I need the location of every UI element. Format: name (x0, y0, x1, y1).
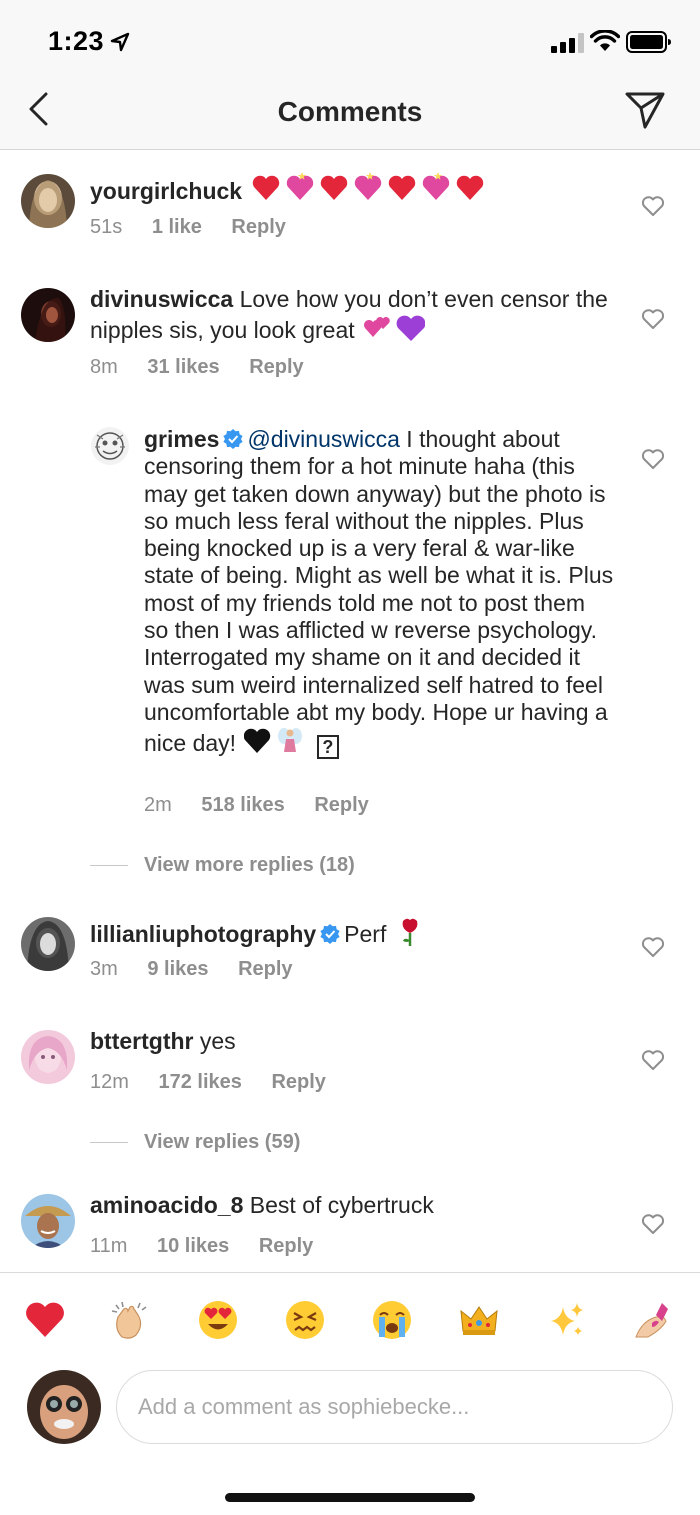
heart-eyes-emoji-button-icon[interactable] (197, 1299, 239, 1341)
like-heart-icon[interactable] (641, 448, 665, 470)
comment-username[interactable]: aminoacido_8 (90, 1192, 243, 1218)
comment-username[interactable]: divinuswicca (90, 286, 233, 312)
avatar-lillianliuphotography[interactable] (21, 917, 75, 971)
comment-meta: 8m 31 likes Reply (90, 356, 328, 379)
comment-likes[interactable]: 172 likes (158, 1071, 241, 1094)
black-heart-fairy-icon (244, 728, 303, 754)
current-user-avatar (27, 1370, 101, 1444)
view-more-replies-link[interactable]: View more replies (18) (90, 854, 355, 877)
heart-emojis-icon (252, 172, 483, 200)
avatar-aminoacido[interactable] (21, 1194, 75, 1248)
comment-likes[interactable]: 10 likes (157, 1235, 229, 1258)
divider-line (90, 865, 128, 867)
like-heart-icon[interactable] (641, 1213, 665, 1235)
like-heart-icon[interactable] (641, 308, 665, 330)
comments-header: Comments (0, 70, 700, 150)
comment-likes[interactable]: 1 like (152, 216, 202, 239)
avatar-image (21, 174, 75, 228)
reply-button[interactable]: Reply (271, 1071, 325, 1094)
crying-emoji-button-icon[interactable] (371, 1299, 413, 1341)
heart-emoji-button-icon[interactable] (24, 1299, 66, 1341)
comment-time: 3m (90, 958, 118, 980)
view-more-replies-label: View more replies (18) (144, 854, 355, 876)
comment-input[interactable] (138, 1389, 638, 1425)
reply-button[interactable]: Reply (259, 1235, 313, 1258)
sparkles-emoji-button-icon[interactable] (545, 1299, 587, 1341)
status-time: 1:23 (48, 26, 105, 56)
hearts-emoji-icon (364, 315, 426, 342)
like-heart-icon[interactable] (641, 936, 665, 958)
verified-badge-icon (223, 429, 244, 449)
page-title: Comments (277, 96, 423, 127)
avatar-image (27, 1370, 101, 1444)
view-replies-link[interactable]: View replies (59) (90, 1131, 300, 1154)
comment-meta: 11m 10 likes Reply (90, 1235, 337, 1258)
comment-meta: 3m 9 likes Reply (90, 958, 317, 981)
confounded-emoji-button-icon[interactable] (284, 1299, 326, 1341)
reply-button[interactable]: Reply (238, 958, 292, 981)
avatar-image (91, 427, 129, 465)
avatar-image (21, 288, 75, 342)
cellular-signal-icon (551, 33, 584, 53)
quick-emoji-tray (0, 1272, 700, 1368)
comment-username[interactable]: yourgirlchuck (90, 178, 242, 204)
divider-line (90, 1142, 128, 1144)
clap-emoji-button-icon[interactable] (110, 1299, 152, 1341)
direct-message-icon[interactable] (624, 90, 666, 130)
comment-text: I thought about censoring them for a hot… (144, 426, 614, 757)
comment-meta: 2m 518 likes Reply (144, 794, 393, 817)
battery-icon (626, 31, 671, 53)
comment-likes[interactable]: 518 likes (201, 794, 284, 817)
avatar-yourgirlchuck[interactable] (21, 174, 75, 228)
comment-text: yes (199, 1028, 236, 1054)
comment-text: Perf (344, 921, 387, 947)
location-arrow-icon (110, 32, 130, 52)
like-heart-icon[interactable] (641, 1049, 665, 1071)
unknown-glyph-box: ? (316, 735, 339, 760)
comment-time: 11m (90, 1235, 128, 1257)
avatar-image (21, 1194, 75, 1248)
reply-button[interactable]: Reply (231, 216, 285, 239)
hearts-emoji-row (249, 172, 487, 204)
avatar-divinuswicca[interactable] (21, 288, 75, 342)
reply-button[interactable]: Reply (314, 794, 368, 817)
verified-badge-icon (320, 924, 340, 944)
like-heart-icon[interactable] (641, 195, 665, 217)
nail-polish-emoji-button-icon[interactable] (632, 1299, 674, 1341)
home-indicator[interactable] (225, 1493, 475, 1502)
comment-meta: 51s 1 like Reply (90, 216, 310, 239)
view-replies-label: View replies (59) (144, 1131, 301, 1153)
avatar-bttertgthr[interactable] (21, 1030, 75, 1084)
avatar-grimes[interactable] (91, 427, 129, 465)
comment-meta: 12m 172 likes Reply (90, 1071, 350, 1094)
comment-time: 2m (144, 794, 172, 816)
comment-time: 51s (90, 216, 123, 238)
comment-likes[interactable]: 9 likes (147, 958, 208, 981)
comment-username[interactable]: bttertgthr (90, 1028, 193, 1054)
mention-link[interactable]: @divinuswicca (247, 426, 399, 452)
comment-time: 12m (90, 1071, 129, 1093)
comment-text: Best of cybertruck (249, 1192, 434, 1218)
reply-button[interactable]: Reply (249, 356, 303, 379)
comment-likes[interactable]: 31 likes (147, 356, 219, 379)
avatar-image (21, 1030, 75, 1084)
wifi-icon (590, 30, 620, 51)
avatar-image (21, 917, 75, 971)
comment-time: 8m (90, 356, 118, 378)
crown-emoji-button-icon[interactable] (458, 1299, 500, 1341)
comment-username[interactable]: lillianliuphotography (90, 921, 316, 947)
status-bar: 1:23 (0, 0, 700, 70)
comment-username[interactable]: grimes (144, 426, 219, 452)
comment-input-container[interactable] (116, 1370, 673, 1444)
rose-emoji-icon (402, 918, 418, 946)
